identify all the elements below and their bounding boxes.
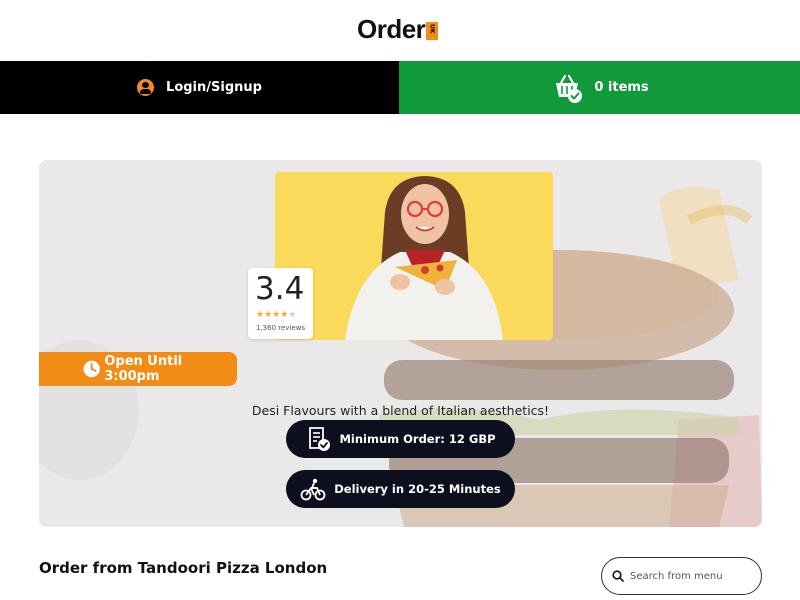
opening-hours-text: Open Until 3:00pm [104,354,183,384]
user-icon [137,79,155,96]
delivery-time-badge: Delivery in 20-25 Minutes [286,470,515,508]
cart-count-label: 0 items [594,80,649,95]
review-count: 1,360 reviews [256,324,306,332]
receipt-check-icon [309,427,331,451]
header: Order UK [0,0,800,61]
logo-badge-text: UK [428,23,436,34]
logo-badge: UK [426,21,439,40]
restaurant-promo-photo [275,172,553,340]
delivery-bike-icon [300,478,326,501]
restaurant-tagline: Desi Flavours with a blend of Italian ae… [251,403,550,418]
menu-search-box[interactable] [601,557,762,595]
opening-hours-badge: Open Until 3:00pm [39,352,237,386]
clock-icon [83,360,100,378]
restaurant-hero-banner: 3.4 ★★★★★ 1,360 reviews Open Until 3:00p… [39,160,762,527]
login-signup-label: Login/Signup [166,80,262,95]
rating-value: 3.4 [255,271,305,307]
brand-logo[interactable]: Order UK [357,14,439,45]
menu-section-title: Order from Tandoori Pizza London [39,559,328,577]
basket-check-icon [556,74,583,103]
minimum-order-text: Minimum Order: 12 GBP [339,432,496,446]
rating-stars: ★★★★★ [256,310,296,320]
star-icon: ★ [264,310,273,320]
delivery-time-text: Delivery in 20-25 Minutes [334,482,501,496]
star-icon: ★ [256,310,265,320]
cart-button[interactable]: 0 items [399,61,800,114]
login-signup-button[interactable]: Login/Signup [0,61,399,114]
menu-search-input[interactable] [630,570,750,582]
search-icon [612,570,624,582]
star-icon: ★ [288,310,297,320]
minimum-order-badge: Minimum Order: 12 GBP [286,420,515,458]
top-nav: Login/Signup 0 items [0,61,800,114]
rating-card[interactable]: 3.4 ★★★★★ 1,360 reviews [248,268,313,339]
logo-text: Order [357,14,426,44]
